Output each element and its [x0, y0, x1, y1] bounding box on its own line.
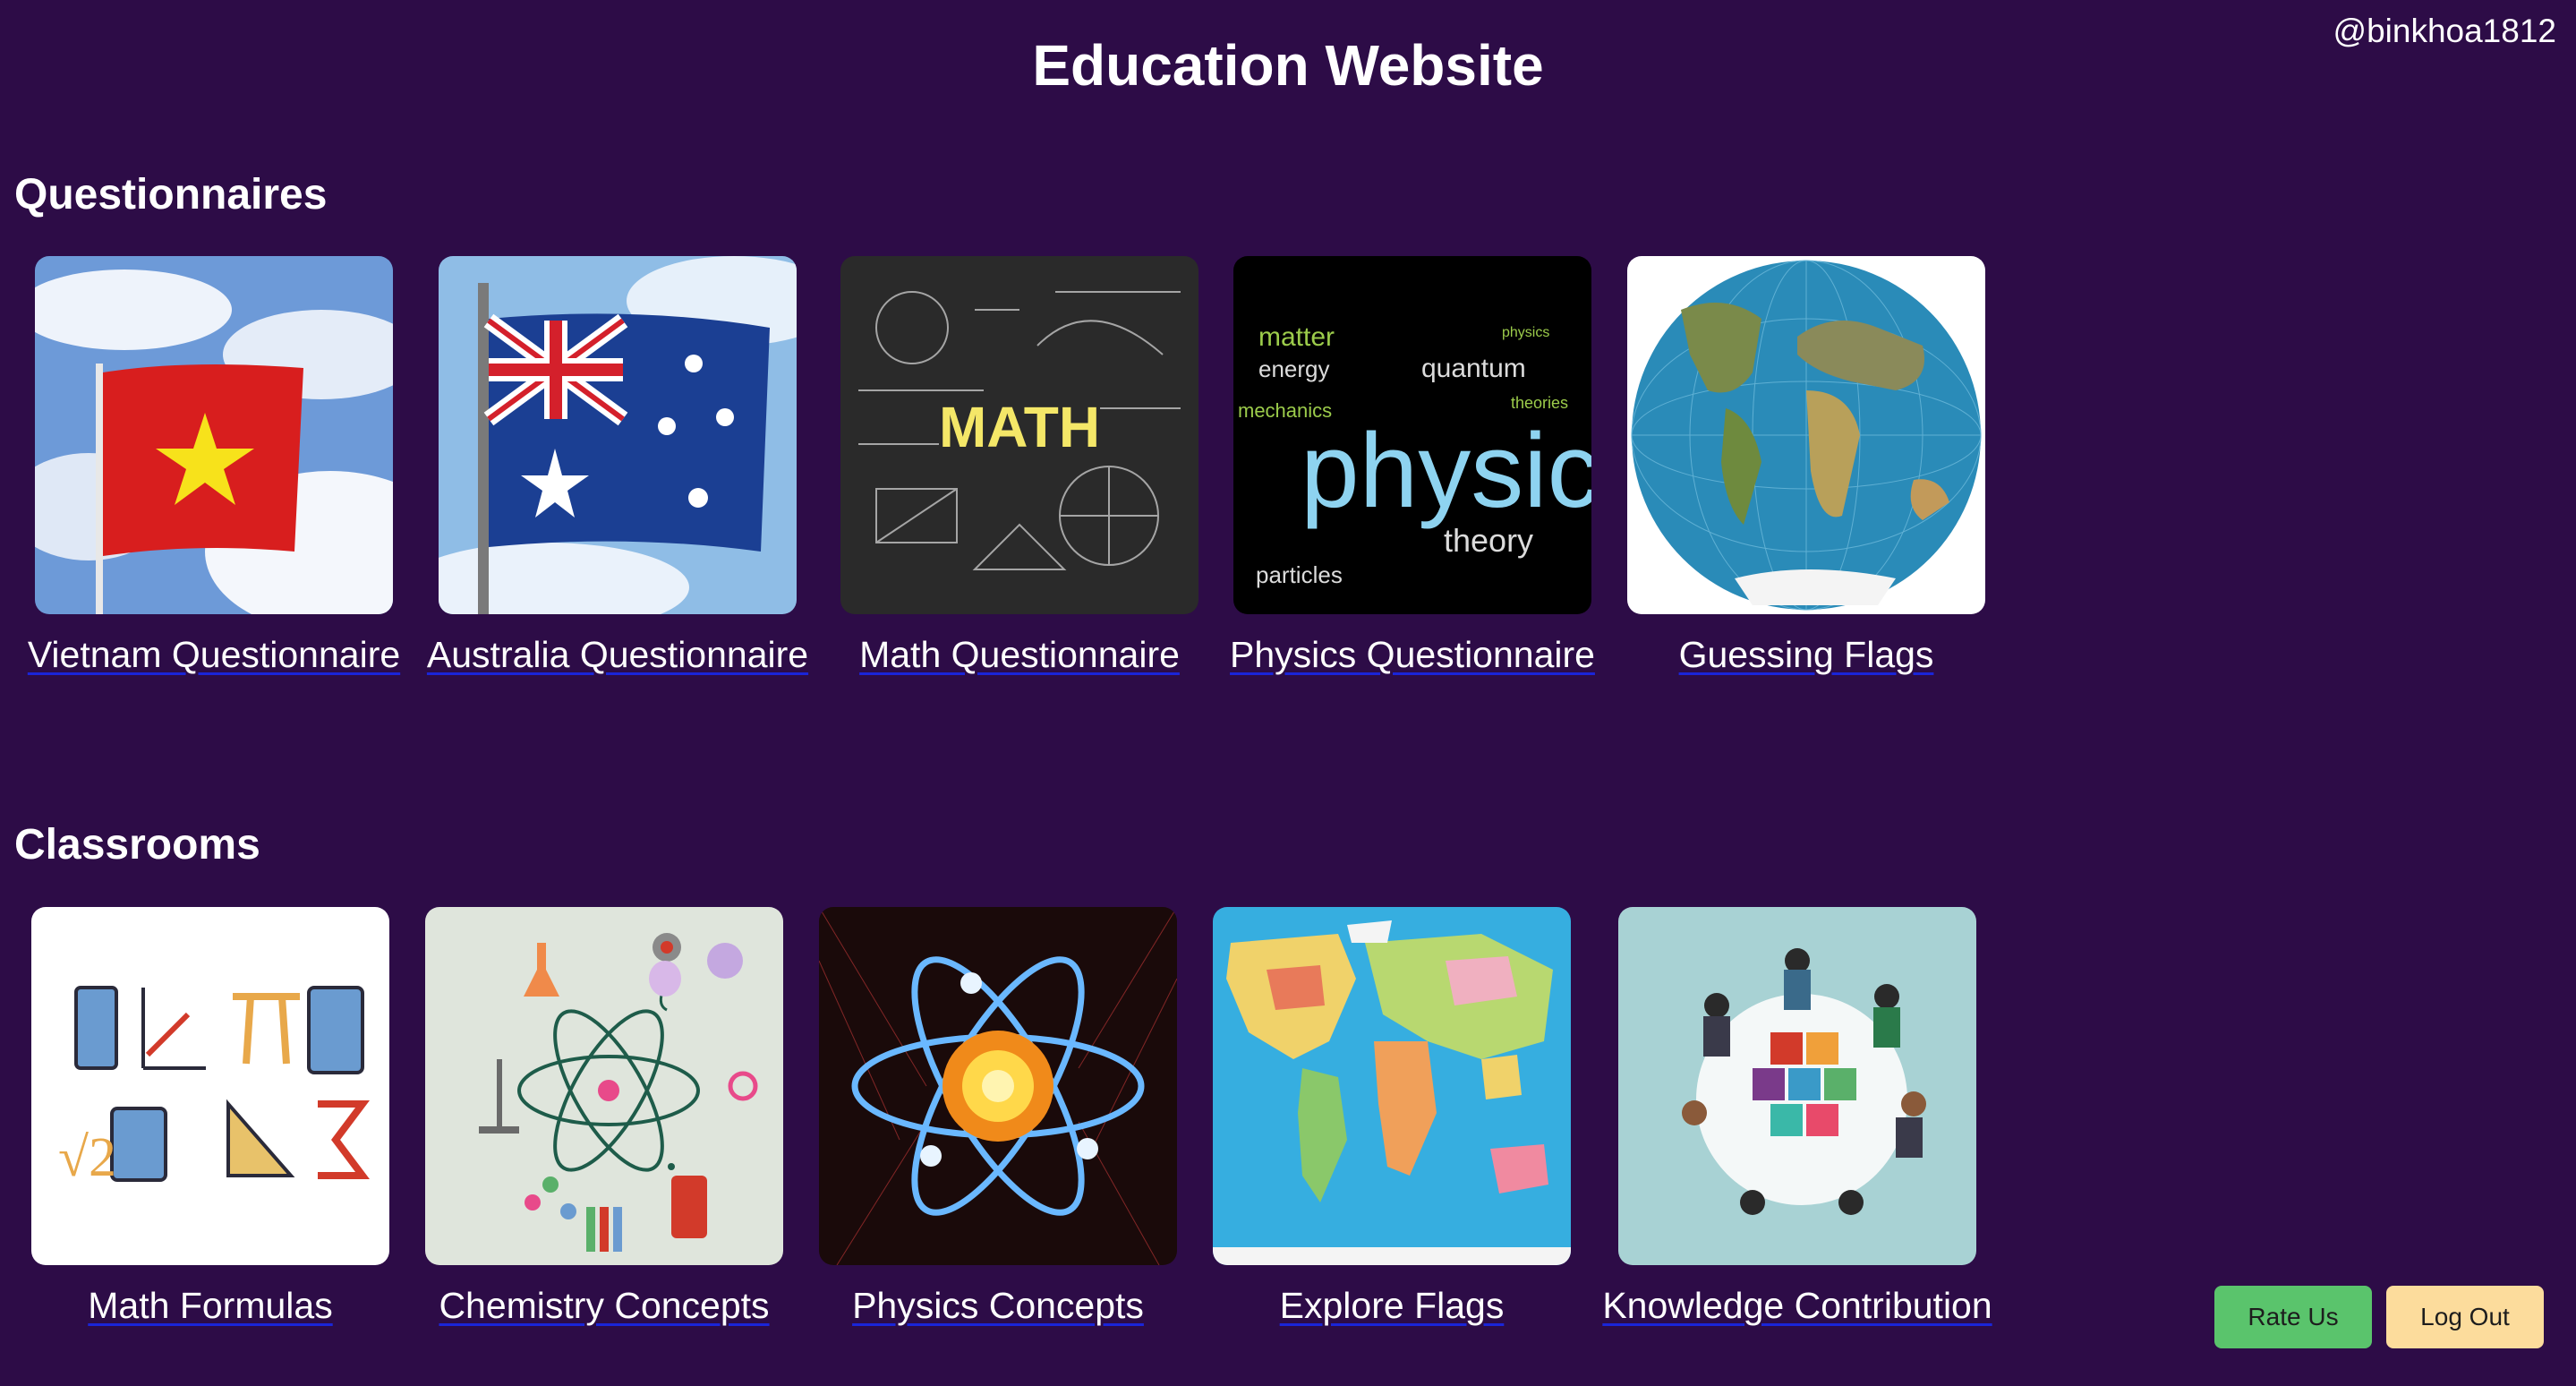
svg-text:MATH: MATH	[939, 395, 1100, 459]
australia-flag-image[interactable]	[439, 256, 797, 614]
card-math-formulas[interactable]: √2 Math Formulas	[13, 907, 407, 1327]
card-physics-questionnaire[interactable]: matter energy mechanics quantum theories…	[1215, 256, 1609, 676]
world-globe-image[interactable]	[1627, 256, 1985, 614]
log-out-button[interactable]: Log Out	[2386, 1286, 2544, 1348]
card-australia-questionnaire[interactable]: Australia Questionnaire	[421, 256, 815, 676]
card-chemistry-concepts[interactable]: Chemistry Concepts	[407, 907, 801, 1327]
svg-text:physics: physics	[1301, 412, 1591, 530]
svg-text:particles: particles	[1256, 561, 1343, 588]
svg-text:energy: energy	[1258, 355, 1330, 382]
physics-word-cloud-image[interactable]: matter energy mechanics quantum theories…	[1233, 256, 1591, 614]
svg-text:√2: √2	[58, 1127, 116, 1188]
svg-text:theories: theories	[1511, 394, 1568, 412]
card-vietnam-questionnaire[interactable]: Vietnam Questionnaire	[17, 256, 411, 676]
math-questionnaire-link[interactable]: Math Questionnaire	[859, 634, 1180, 676]
card-explore-flags[interactable]: Explore Flags	[1195, 907, 1589, 1327]
questionnaires-heading: Questionnaires	[14, 171, 328, 218]
math-chalkboard-image[interactable]: MATH	[840, 256, 1198, 614]
vietnam-questionnaire-link[interactable]: Vietnam Questionnaire	[28, 634, 400, 676]
svg-text:physics: physics	[1502, 325, 1549, 340]
card-physics-concepts[interactable]: Physics Concepts	[801, 907, 1195, 1327]
svg-text:matter: matter	[1258, 322, 1335, 352]
puzzle-team-image[interactable]	[1618, 907, 1976, 1265]
world-map-image[interactable]	[1213, 907, 1571, 1265]
math-icons-image[interactable]: √2	[31, 907, 389, 1265]
physics-questionnaire-link[interactable]: Physics Questionnaire	[1230, 634, 1595, 676]
card-knowledge-contribution[interactable]: Knowledge Contribution	[1600, 907, 1994, 1327]
physics-concepts-link[interactable]: Physics Concepts	[852, 1285, 1144, 1327]
chemistry-icons-image[interactable]	[425, 907, 783, 1265]
knowledge-contribution-link[interactable]: Knowledge Contribution	[1602, 1285, 1992, 1327]
atom-image[interactable]	[819, 907, 1177, 1265]
classrooms-heading: Classrooms	[14, 821, 260, 868]
page-title: Education Website	[1032, 33, 1544, 98]
card-math-questionnaire[interactable]: MATH Math Questionnaire	[823, 256, 1216, 676]
chemistry-concepts-link[interactable]: Chemistry Concepts	[439, 1285, 769, 1327]
svg-text:theory: theory	[1444, 522, 1533, 559]
svg-text:quantum: quantum	[1421, 354, 1526, 383]
vietnam-flag-image[interactable]	[35, 256, 393, 614]
guessing-flags-link[interactable]: Guessing Flags	[1679, 634, 1934, 676]
math-formulas-link[interactable]: Math Formulas	[88, 1285, 332, 1327]
card-guessing-flags[interactable]: Guessing Flags	[1609, 256, 2003, 676]
australia-questionnaire-link[interactable]: Australia Questionnaire	[427, 634, 808, 676]
explore-flags-link[interactable]: Explore Flags	[1280, 1285, 1505, 1327]
rate-us-button[interactable]: Rate Us	[2214, 1286, 2372, 1348]
